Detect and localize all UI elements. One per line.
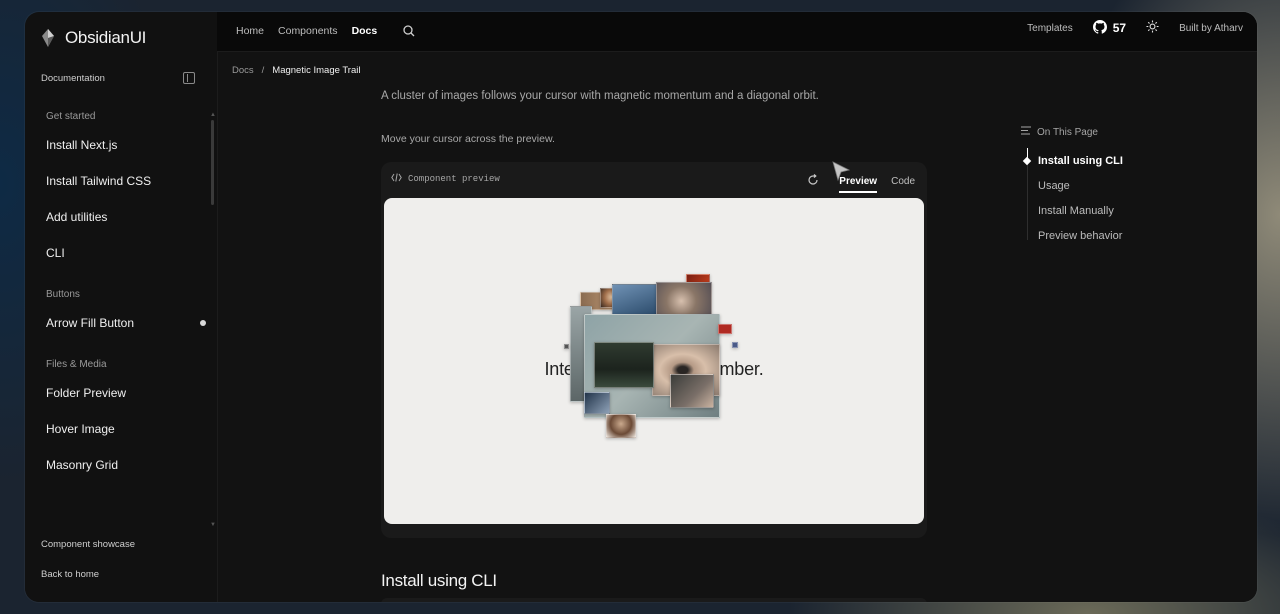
top-navigation: Home Components Docs Templates 57 Built … [217,12,1257,52]
github-icon [1092,19,1107,37]
tab-code[interactable]: Code [891,176,915,193]
page-description: A cluster of images follows your cursor … [381,90,819,102]
nav-docs[interactable]: Docs [352,25,378,37]
group-title-buttons: Buttons [46,289,80,300]
sidebar-item-label: Arrow Fill Button [46,316,135,330]
toc-active-marker-icon [1022,156,1032,166]
obsidian-logo-icon [41,29,55,47]
code-block-top [381,598,927,602]
scroll-down-arrow-icon[interactable]: ▼ [210,522,216,528]
brand[interactable]: ObsidianUI [41,20,146,56]
scroll-up-arrow-icon[interactable]: ▲ [210,112,216,118]
breadcrumb: Docs / Magnetic Image Trail [232,65,360,76]
trail-image [594,342,654,388]
code-brackets-icon [391,173,402,185]
sidebar-item-arrow-fill-button[interactable]: Arrow Fill Button [46,305,206,341]
nav-home[interactable]: Home [236,25,264,37]
component-showcase-link[interactable]: Component showcase [41,538,135,568]
component-preview-card: Component preview Preview Code Inter mber… [381,162,927,538]
toc-item-install-manually[interactable]: Install Manually [1038,202,1123,227]
brand-name: ObsidianUI [65,28,147,47]
list-icon [1021,126,1031,138]
cursor-arrow-icon [830,160,851,182]
trail-image [718,324,732,334]
sidebar: Documentation ▲ ▼ Get started Install Ne… [25,52,217,602]
sidebar-item-folder-preview[interactable]: Folder Preview [46,375,206,411]
on-this-page: On This Page Install using CLI Usage Ins… [1021,122,1181,242]
breadcrumb-current: Magnetic Image Trail [272,65,361,76]
canvas-headline-right: mber. [719,359,764,379]
main-content: Docs / Magnetic Image Trail A cluster of… [217,52,1257,602]
back-to-home-link[interactable]: Back to home [41,568,135,598]
sidebar-collapse-icon[interactable] [183,72,195,84]
reload-icon[interactable] [807,174,821,188]
toc-title: On This Page [1037,126,1098,138]
trail-image [606,414,636,438]
group-title-files-media: Files & Media [46,359,107,370]
sidebar-item-cli[interactable]: CLI [46,235,206,271]
group-title-get-started: Get started [46,111,96,122]
nav-components[interactable]: Components [278,25,338,37]
trail-image [670,374,714,408]
sidebar-scrollbar[interactable] [211,120,214,205]
breadcrumb-separator: / [261,65,265,76]
trail-image [564,344,569,349]
preview-canvas[interactable]: Inter mber. [384,198,924,524]
toc-item-preview-behavior[interactable]: Preview behavior [1038,227,1123,252]
breadcrumb-docs[interactable]: Docs [232,65,254,76]
built-by-link[interactable]: Built by Atharv [1179,23,1243,34]
sidebar-item-masonry-grid[interactable]: Masonry Grid [46,447,206,483]
templates-link[interactable]: Templates [1027,23,1073,34]
preview-label: Component preview [408,174,500,184]
sidebar-item-install-nextjs[interactable]: Install Next.js [46,127,206,163]
section-heading-install-cli: Install using CLI [381,571,497,590]
search-icon[interactable] [401,23,417,39]
trail-image [732,342,738,348]
sidebar-item-install-tailwind[interactable]: Install Tailwind CSS [46,163,206,199]
sidebar-header: Documentation [41,72,105,84]
sidebar-nav: Get started Install Next.js Install Tail… [46,107,206,483]
toc-item-usage[interactable]: Usage [1038,177,1123,202]
preview-hint: Move your cursor across the preview. [381,133,555,145]
sidebar-item-hover-image[interactable]: Hover Image [46,411,206,447]
star-count: 57 [1112,21,1127,35]
sidebar-item-add-utilities[interactable]: Add utilities [46,199,206,235]
toc-item-install-cli[interactable]: Install using CLI [1038,152,1123,177]
theme-toggle-sun-icon[interactable] [1146,20,1159,36]
trail-image [584,392,610,414]
github-stars[interactable]: 57 [1092,19,1127,37]
app-window: ObsidianUI Home Components Docs Template… [25,12,1257,602]
new-indicator-dot [200,320,206,326]
